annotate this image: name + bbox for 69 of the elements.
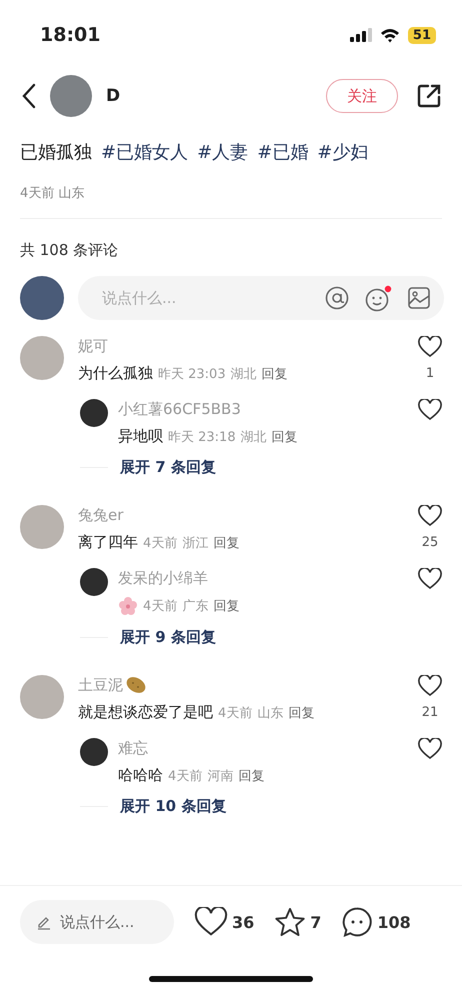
reply-location: 广东	[182, 598, 208, 615]
reply-link[interactable]: 回复	[262, 364, 288, 382]
heart-icon[interactable]	[418, 675, 442, 697]
comment-text: 离了四年	[78, 533, 138, 552]
author-name[interactable]: D	[106, 86, 120, 106]
bottom-comment-field[interactable]: 说点什么...	[58, 912, 162, 932]
status-time: 18:01	[40, 24, 100, 46]
comment-location: 湖北	[230, 366, 257, 382]
reply-location: 河南	[207, 768, 234, 784]
post-location: 山东	[58, 185, 84, 202]
comment-location: 山东	[257, 704, 284, 722]
bottom-input-bar[interactable]: 说点什么...	[20, 900, 174, 944]
expand-replies-link[interactable]: 展开 7 条回复	[120, 458, 216, 477]
wifi-icon	[380, 28, 400, 42]
comment-text: 为什么孤独	[78, 364, 153, 383]
back-icon[interactable]	[22, 83, 36, 109]
reply-link[interactable]: 回复	[213, 534, 240, 552]
star-count: 7	[310, 912, 322, 932]
comment-total: 108	[377, 912, 411, 932]
comment-input-bar[interactable]: 说点什么...	[78, 276, 444, 320]
hashtag-link[interactable]: #已婚	[257, 140, 308, 164]
comment-time: 4天前	[218, 704, 252, 722]
heart-icon[interactable]	[194, 907, 228, 937]
at-icon[interactable]	[325, 286, 349, 310]
replier-avatar[interactable]	[80, 568, 108, 596]
heart-icon[interactable]	[418, 336, 442, 358]
comment-input-field[interactable]: 说点什么...	[100, 288, 309, 308]
like-count: 21	[422, 705, 438, 720]
like-count: 36	[232, 912, 254, 932]
hashtag-link[interactable]: #少妇	[317, 140, 368, 164]
comment-bubble-icon[interactable]	[341, 906, 374, 938]
post-date: 4天前	[20, 185, 54, 202]
heart-icon[interactable]	[418, 505, 442, 527]
reply-link[interactable]: 回复	[272, 428, 298, 446]
comment-time: 4天前	[143, 534, 178, 552]
comment-location: 浙江	[182, 534, 208, 552]
replier-avatar[interactable]	[80, 399, 108, 427]
image-icon[interactable]	[408, 287, 430, 309]
hashtag-link[interactable]: #已婚女人	[101, 140, 188, 164]
reply-time: 4天前	[143, 598, 178, 615]
post-title: 已婚孤独	[20, 141, 92, 164]
reply-link[interactable]: 回复	[288, 704, 314, 722]
heart-icon[interactable]	[418, 399, 442, 421]
comment-count: 共 108 条评论	[19, 240, 120, 260]
replier-avatar[interactable]	[80, 738, 108, 766]
reply-time: 4天前	[168, 768, 202, 784]
expand-replies-link[interactable]: 展开 10 条回复	[120, 797, 226, 816]
reply-link[interactable]: 回复	[213, 597, 240, 615]
like-count: 25	[422, 535, 438, 550]
comment-text: 就是想谈恋爱了是吧	[78, 703, 213, 722]
signal-icon	[350, 28, 372, 42]
star-icon[interactable]	[274, 907, 306, 937]
emoji-icon[interactable]	[365, 284, 392, 312]
like-count: 1	[426, 366, 434, 381]
heart-icon[interactable]	[418, 738, 442, 760]
heart-icon[interactable]	[418, 568, 442, 590]
hashtag-link[interactable]: #人妻	[197, 140, 248, 164]
reply-location: 湖北	[240, 428, 267, 446]
share-icon[interactable]	[416, 83, 442, 109]
author-avatar[interactable]	[50, 75, 92, 117]
reply-link[interactable]: 回复	[238, 766, 264, 784]
follow-button[interactable]: 关注	[326, 79, 398, 113]
battery-level: 51	[408, 26, 436, 44]
reply-time: 昨天 23:18	[168, 428, 236, 446]
reply-text: 异地呗	[118, 427, 163, 446]
comment-time: 昨天 23:03	[158, 366, 226, 382]
expand-replies-link[interactable]: 展开 9 条回复	[120, 628, 216, 647]
reply-text: 哈哈哈	[118, 766, 163, 785]
user-avatar	[20, 276, 64, 320]
